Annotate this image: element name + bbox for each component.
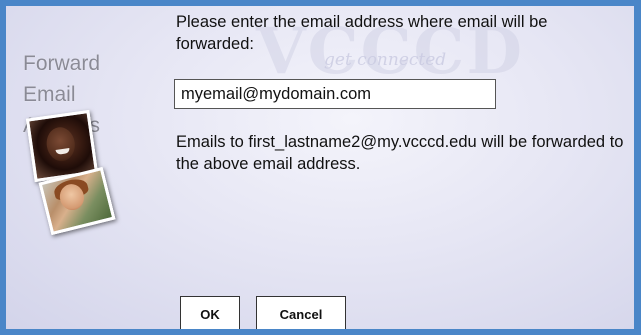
email-prompt-text: Please enter the email address where ema… [176,13,548,53]
dialog-frame: VCCCD get connected Forward Email Addres… [0,0,641,335]
forward-email-input[interactable] [174,79,496,109]
cancel-button[interactable]: Cancel [256,296,346,329]
student-face [44,125,77,163]
dialog-panel: VCCCD get connected Forward Email Addres… [6,6,634,329]
forwarding-info-text: Emails to first_lastname2@my.vcccd.edu w… [176,133,624,173]
ok-button[interactable]: OK [180,296,240,329]
